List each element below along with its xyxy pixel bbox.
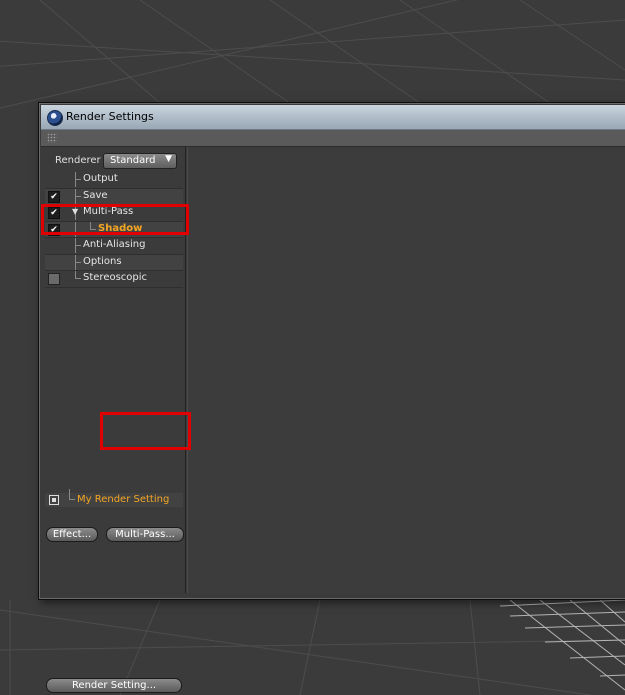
tree-item-output[interactable]: Output bbox=[45, 172, 183, 189]
render-setting-button[interactable]: Render Setting... bbox=[46, 678, 182, 693]
multi-pass-button-highlight bbox=[100, 412, 191, 450]
title-bar[interactable]: Render Settings bbox=[41, 105, 625, 130]
tree-item-anti-aliasing[interactable]: Anti-Aliasing bbox=[45, 238, 183, 255]
stereoscopic-checkbox[interactable] bbox=[48, 273, 60, 285]
effect-button[interactable]: Effect... bbox=[46, 527, 98, 542]
tree-item-stereoscopic[interactable]: Stereoscopic bbox=[45, 271, 183, 288]
tree-item-save[interactable]: ✔ Save bbox=[45, 188, 183, 205]
multi-pass-button[interactable]: Multi-Pass... bbox=[106, 527, 184, 542]
render-setting-icon bbox=[49, 495, 59, 505]
renderer-label: Renderer bbox=[55, 155, 101, 166]
save-checkbox[interactable]: ✔ bbox=[48, 190, 60, 203]
render-settings-window: Render Settings Renderer Standard ▼ Outp… bbox=[38, 102, 625, 693]
renderer-dropdown[interactable]: Standard ▼ bbox=[103, 153, 177, 169]
render-settings-list: My Render Setting bbox=[45, 489, 183, 507]
renderer-value: Standard bbox=[110, 155, 156, 166]
settings-content-panel bbox=[187, 147, 625, 593]
list-item[interactable]: My Render Setting bbox=[45, 489, 183, 507]
chevron-down-icon: ▼ bbox=[165, 154, 172, 164]
tree-item-label: Anti-Aliasing bbox=[83, 239, 146, 250]
grip-handle-icon[interactable] bbox=[47, 133, 57, 143]
tree-item-options[interactable]: Options bbox=[45, 254, 183, 271]
window-title: Render Settings bbox=[66, 110, 154, 123]
cinema4d-app-icon bbox=[47, 110, 63, 126]
render-setting-label: My Render Setting bbox=[77, 494, 170, 505]
tree-item-label: Stereoscopic bbox=[83, 272, 148, 283]
tree-item-label: Output bbox=[83, 173, 118, 184]
menu-bar bbox=[41, 130, 625, 147]
multi-pass-highlight bbox=[41, 204, 189, 235]
tree-item-label: Options bbox=[83, 255, 122, 267]
tree-item-label: Save bbox=[83, 189, 108, 201]
